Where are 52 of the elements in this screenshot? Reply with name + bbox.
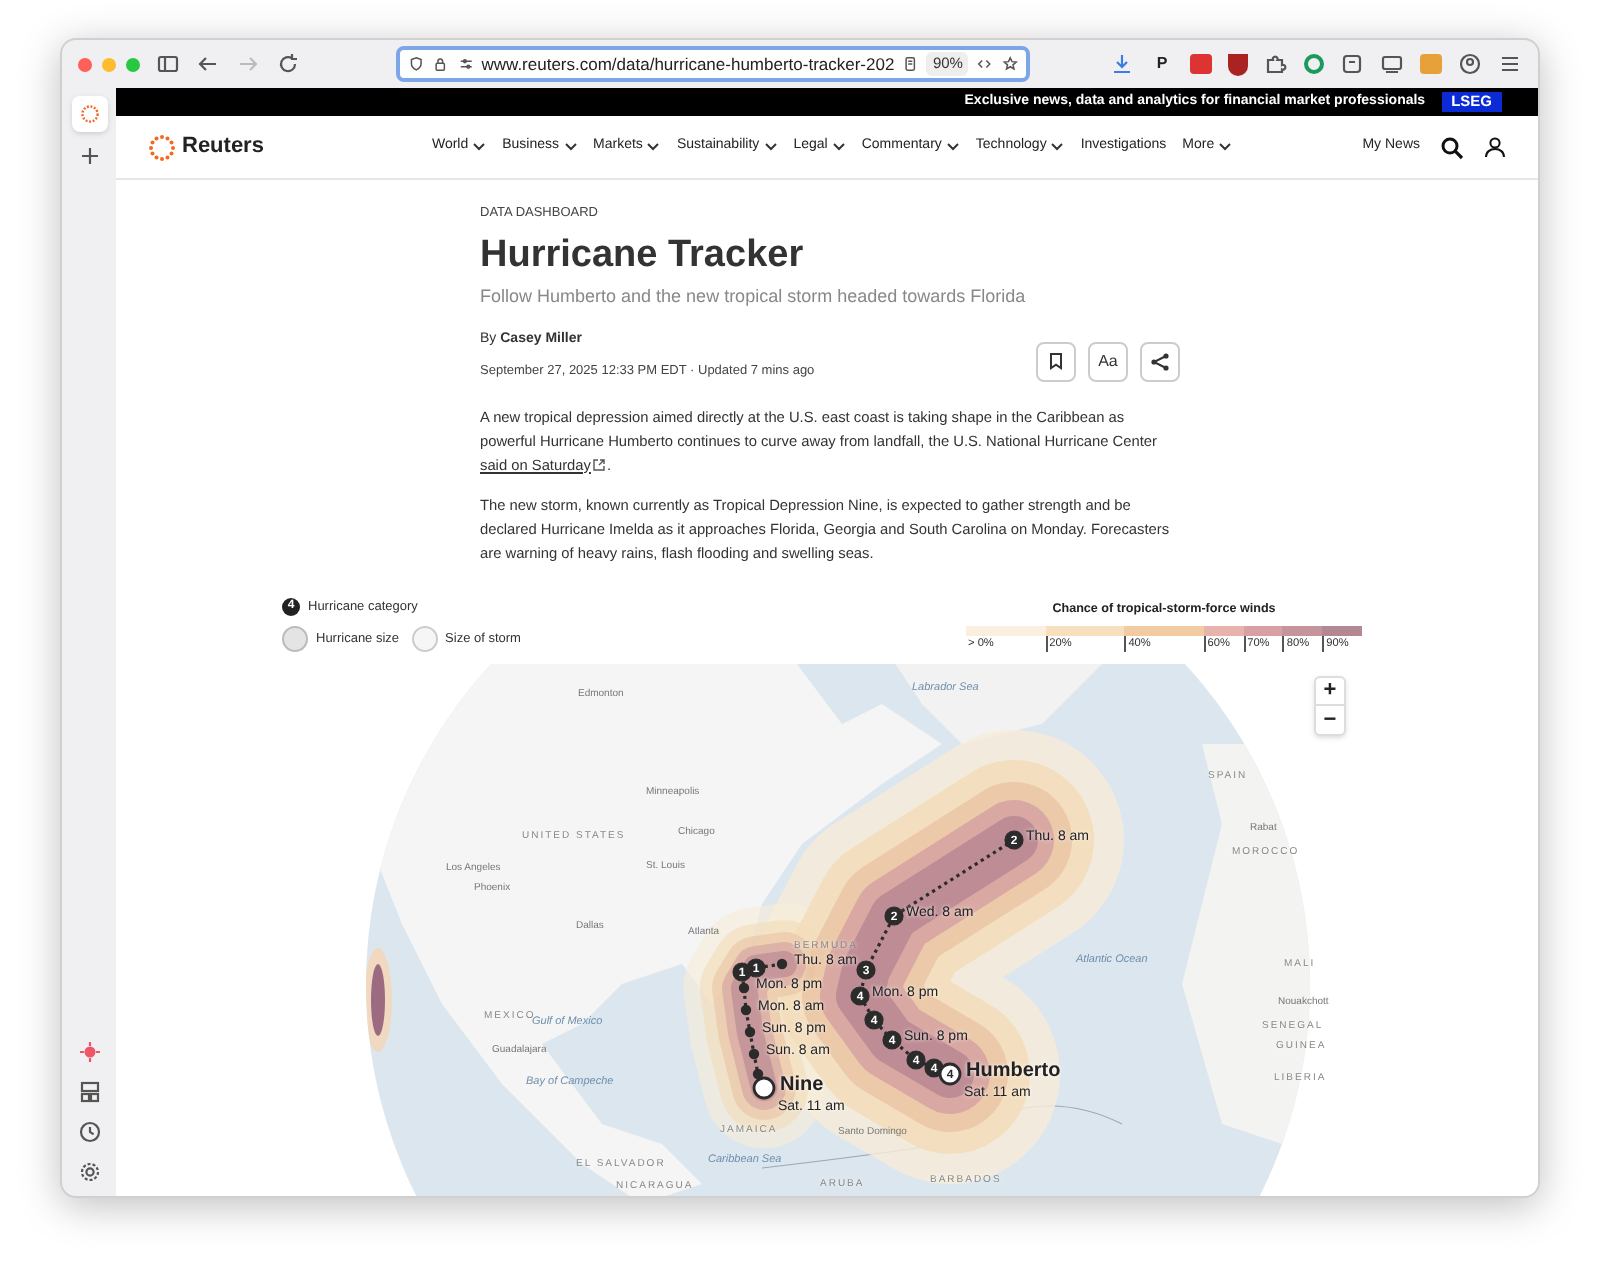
share-icon — [1150, 351, 1170, 371]
reuters-logo-icon — [148, 133, 176, 161]
star-icon[interactable] — [1001, 52, 1018, 76]
logo-icon — [79, 104, 99, 124]
extension-letter-icon[interactable]: P — [1150, 52, 1174, 76]
article-title: Hurricane Tracker — [480, 231, 806, 280]
external-link-icon — [592, 458, 607, 473]
article-subtitle: Follow Humberto and the new tropical storm headed towards Florida — [480, 283, 1028, 310]
storm-size-swatch — [411, 626, 438, 653]
back-icon[interactable] — [196, 52, 220, 76]
font-size-button[interactable]: Aa — [1088, 341, 1128, 381]
network-icon[interactable] — [77, 1080, 101, 1104]
extension-icon[interactable] — [1190, 54, 1212, 74]
new-tab-icon[interactable] — [77, 144, 101, 168]
bookmark-button[interactable] — [1036, 341, 1076, 381]
account-icon[interactable] — [1484, 136, 1506, 158]
chevron-icon — [1050, 142, 1065, 152]
tab-favicon[interactable] — [71, 96, 107, 132]
menu-icon[interactable] — [1498, 52, 1522, 76]
lock-icon[interactable] — [432, 52, 449, 76]
window-icon[interactable] — [1380, 52, 1404, 76]
chevron-icon — [831, 142, 846, 152]
profile-icon[interactable] — [1458, 52, 1482, 76]
chevron-icon — [646, 142, 661, 152]
chevron-icon — [563, 142, 578, 152]
shield-icon[interactable] — [408, 52, 425, 76]
sun-icon[interactable] — [77, 1040, 101, 1064]
chevron-icon — [763, 142, 778, 152]
chevron-icon — [945, 142, 960, 152]
storm-name: Humberto — [966, 1062, 1061, 1083]
extension-icon[interactable] — [1304, 54, 1324, 74]
site-logo[interactable]: Reuters — [182, 130, 264, 164]
chevron-icon — [1218, 142, 1233, 152]
share-button[interactable] — [1140, 341, 1180, 381]
bookmark-icon — [1048, 352, 1064, 370]
zoom-out-button[interactable]: − — [1316, 706, 1344, 735]
settings-icon[interactable] — [77, 1160, 101, 1184]
close-window-button[interactable] — [78, 57, 92, 71]
reader-view-icon[interactable] — [902, 52, 919, 76]
reload-icon[interactable] — [276, 52, 300, 76]
sidebar-toggle-icon[interactable] — [156, 52, 180, 76]
extension-icon[interactable] — [1228, 53, 1248, 75]
clock-icon[interactable] — [77, 1120, 101, 1144]
chevron-icon — [472, 142, 487, 152]
box-icon[interactable] — [1340, 52, 1364, 76]
search-icon[interactable] — [1440, 135, 1464, 159]
storm-name: Nine — [780, 1076, 824, 1097]
download-icon[interactable] — [1110, 52, 1134, 76]
url-text: www.reuters.com/data/hurricane-humberto-tracker-202 — [481, 51, 895, 77]
puzzle-icon[interactable] — [1264, 52, 1288, 76]
zoom-in-button[interactable]: + — [1316, 678, 1344, 707]
hurricane-size-swatch — [282, 626, 308, 653]
